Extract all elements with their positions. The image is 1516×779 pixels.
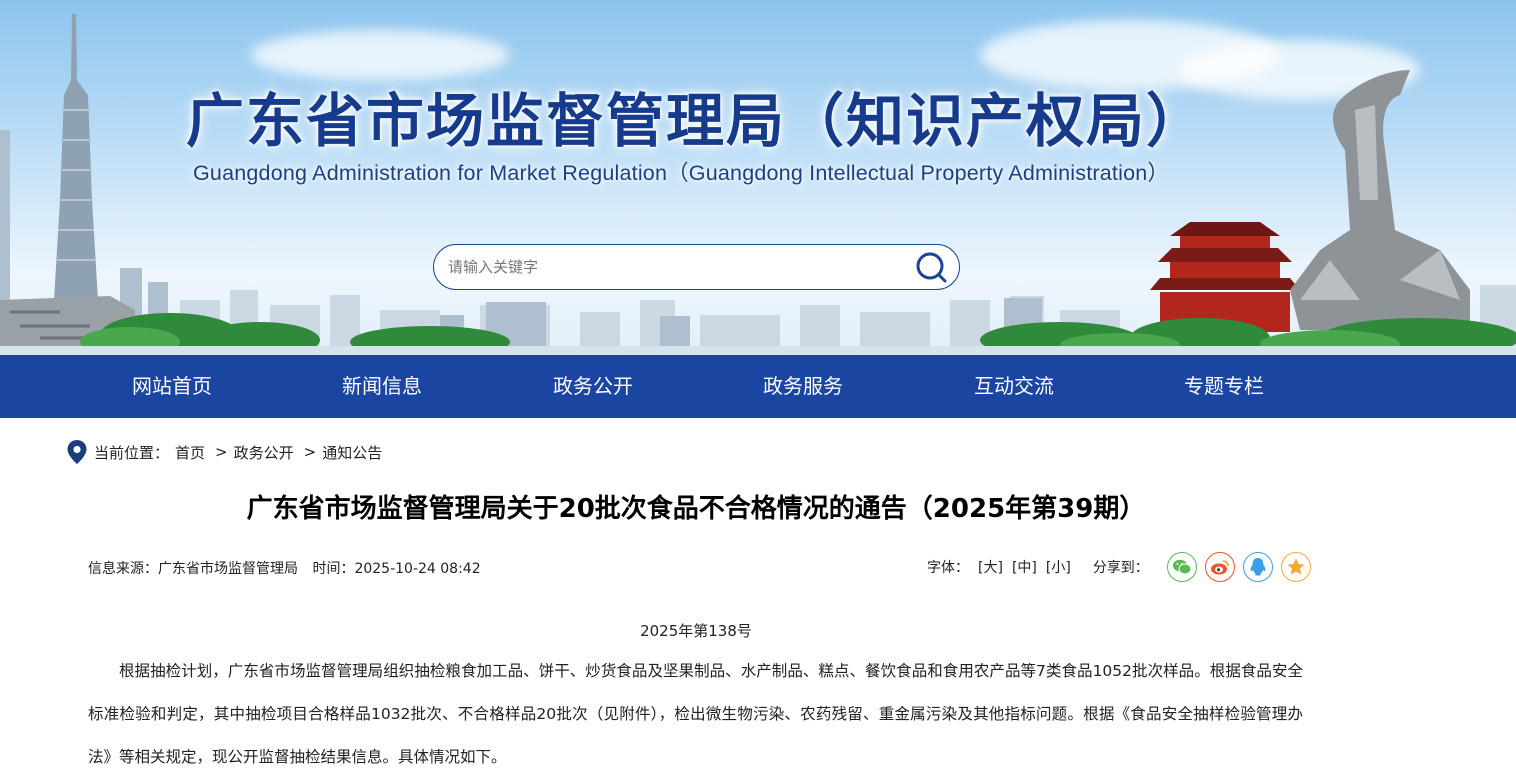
article-source: 信息来源：广东省市场监督管理局: [88, 561, 298, 577]
nav-item-gov-services[interactable]: 政务服务: [713, 355, 893, 418]
breadcrumb-gov-affairs[interactable]: 政务公开: [234, 442, 294, 463]
site-banner: 广东省市场监督管理局（知识产权局） Guangdong Administrati…: [0, 0, 1516, 355]
article-time: 时间：2025-10-24 08:42: [312, 561, 481, 577]
article-meta: 信息来源：广东省市场监督管理局 时间：2025-10-24 08:42: [88, 558, 491, 578]
qzone-icon: [1287, 558, 1305, 575]
nav-item-news[interactable]: 新闻信息: [292, 355, 472, 418]
breadcrumb-separator: >: [303, 443, 317, 461]
wechat-icon: [1172, 559, 1192, 575]
share-qq-button[interactable]: [1242, 552, 1273, 582]
nav-item-home[interactable]: 网站首页: [82, 355, 262, 418]
breadcrumb: 当前位置： 首页 > 政务公开 > 通知公告: [66, 438, 386, 466]
search-input[interactable]: [448, 245, 908, 288]
share-weibo-button[interactable]: [1204, 552, 1235, 582]
font-size-large-button[interactable]: [大]: [978, 557, 1003, 577]
nav-item-topics[interactable]: 专题专栏: [1134, 355, 1314, 418]
share-wechat-button[interactable]: [1166, 552, 1197, 582]
breadcrumb-separator: >: [215, 443, 228, 461]
document-number: 2025年第138号: [640, 622, 752, 640]
font-size-medium-button[interactable]: [中]: [1012, 557, 1037, 577]
article-tools: 字体： [大] [中] [小] 分享到：: [927, 551, 1311, 583]
nav-item-interaction[interactable]: 互动交流: [924, 355, 1104, 418]
nav-item-gov-affairs[interactable]: 政务公开: [503, 355, 683, 418]
search-icon[interactable]: [915, 251, 947, 283]
site-title: 广东省市场监督管理局（知识产权局）: [186, 87, 1207, 155]
article-title: 广东省市场监督管理局关于20批次食品不合格情况的通告（2025年第39期）: [246, 494, 1146, 524]
share-qzone-button[interactable]: [1280, 552, 1311, 582]
site-subtitle: Guangdong Administration for Market Regu…: [193, 161, 1170, 185]
breadcrumb-prefix: 当前位置：: [94, 443, 170, 462]
location-pin-icon: [66, 439, 88, 465]
share-label: 分享到：: [1092, 560, 1149, 576]
main-nav: 网站首页 新闻信息 政务公开 政务服务 互动交流 专题专栏: [0, 355, 1516, 418]
font-size-label: 字体：: [927, 560, 969, 576]
weibo-icon: [1210, 560, 1229, 575]
breadcrumb-notices[interactable]: 通知公告: [322, 442, 382, 463]
qq-icon: [1250, 558, 1266, 576]
font-size-small-button[interactable]: [小]: [1046, 557, 1071, 577]
article-body-paragraph: 根据抽检计划，广东省市场监督管理局组织抽检粮食加工品、饼干、炒货食品及坚果制品、…: [88, 662, 1303, 766]
breadcrumb-home[interactable]: 首页: [175, 442, 205, 463]
search-box: [433, 244, 960, 290]
